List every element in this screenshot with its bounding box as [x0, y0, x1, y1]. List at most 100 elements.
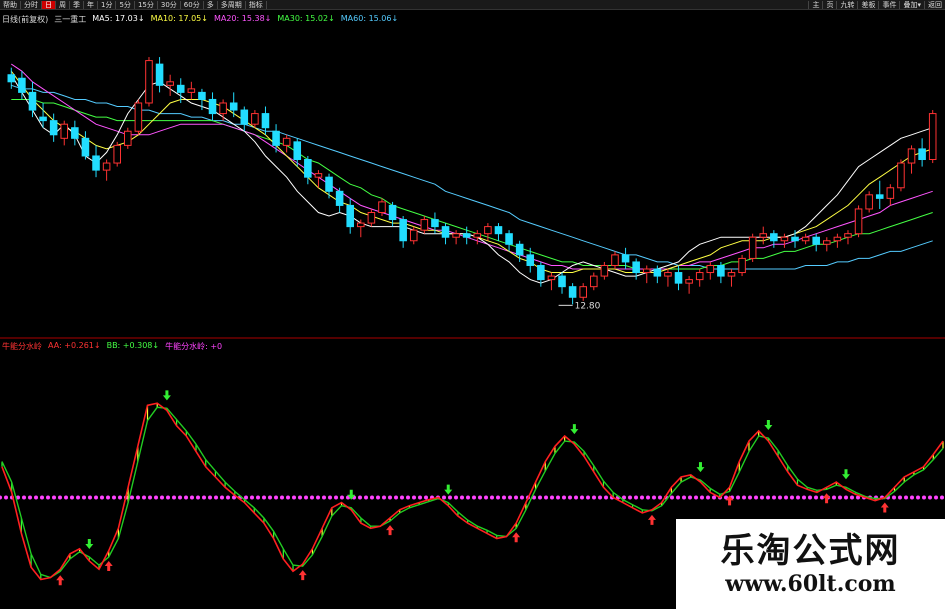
candle: [39, 116, 47, 122]
zero-line-dot: [4, 495, 8, 500]
zero-line-dot: [742, 495, 746, 500]
zero-line-dot: [376, 495, 380, 500]
candle: [537, 264, 545, 281]
zero-line-dot: [928, 495, 932, 500]
buy-arrow: [56, 575, 65, 586]
zero-line-dot: [748, 495, 752, 500]
candle: [462, 233, 471, 238]
zero-line-dot: [298, 495, 302, 500]
candle: [134, 102, 143, 132]
legend_top-item-0: 日线(前复权): [2, 15, 49, 24]
zero-line-dot: [646, 495, 650, 500]
zero-line-dot: [688, 495, 692, 500]
zero-line-dot: [844, 495, 848, 500]
sell-arrow: [570, 424, 579, 435]
candle: [801, 236, 810, 242]
indicator-legend: 牛能分水岭 AA: +0.261↓ BB: +0.308↓ 牛能分水岭: +0: [2, 341, 222, 352]
zero-line-dot: [682, 495, 686, 500]
candle: [505, 233, 513, 245]
zero-line-dot: [160, 495, 164, 500]
zero-line-dot: [118, 495, 122, 500]
zero-line-dot: [484, 495, 488, 500]
zero-line-dot: [154, 495, 158, 500]
sell-arrow: [162, 390, 171, 401]
zero-line-dot: [130, 495, 134, 500]
candle: [526, 254, 535, 266]
candle: [187, 88, 196, 93]
candle: [748, 236, 757, 259]
candle: [325, 176, 333, 192]
legend_top-item-4: MA20: 15.38↓: [213, 14, 272, 23]
candle: [886, 187, 895, 199]
candle: [441, 226, 450, 238]
zero-line-dot: [34, 495, 38, 500]
zero-line-dot: [472, 495, 476, 500]
zero-line-dot: [520, 495, 524, 500]
zero-line-dot: [214, 495, 218, 500]
zero-line-dot: [400, 495, 404, 500]
zero-line-dot: [82, 495, 86, 500]
zero-line-dot: [574, 495, 578, 500]
legend_bottom-item-3: 牛能分水岭: +0: [165, 342, 223, 351]
candle: [431, 219, 439, 228]
zero-line-dot: [40, 495, 44, 500]
zero-line-dot: [406, 495, 410, 500]
ma-legend: 日线(前复权) 三一重工 MA5: 17.03↓ MA10: 17.05↓ MA20: …: [2, 14, 398, 25]
zero-line-dot: [322, 495, 326, 500]
zero-line-dot: [334, 495, 338, 500]
zero-line-dot: [208, 495, 212, 500]
zero-line-dot: [556, 495, 560, 500]
zero-line-dot: [796, 495, 800, 500]
watermark-box: 乐淘公式网 www.60lt.com: [676, 519, 945, 609]
candle: [314, 173, 323, 178]
zero-line-dot: [784, 495, 788, 500]
chart-canvas[interactable]: 12.80: [0, 0, 945, 609]
candle: [92, 155, 100, 171]
candle: [515, 243, 524, 256]
zero-line-dot: [268, 495, 272, 500]
zero-line-dot: [394, 495, 398, 500]
zero-line-dot: [598, 495, 602, 500]
candle: [367, 211, 376, 224]
ma30-line: [11, 99, 933, 270]
zero-line-dot: [466, 495, 470, 500]
zero-line-dot: [754, 495, 758, 500]
candle: [240, 109, 249, 125]
zero-line-dot: [778, 495, 782, 500]
watermark-title: 乐淘公式网: [720, 531, 901, 571]
zero-line-dot: [538, 495, 542, 500]
candle: [420, 219, 429, 231]
zero-line-dot: [196, 495, 200, 500]
zero-line-dot: [580, 495, 584, 500]
zero-line-dot: [274, 495, 278, 500]
candle: [28, 91, 37, 111]
zero-line-dot: [442, 495, 446, 500]
candle: [60, 123, 69, 139]
candle: [81, 137, 90, 157]
zero-line-dot: [550, 495, 554, 500]
zero-line-dot: [934, 495, 938, 500]
candle: [695, 272, 704, 281]
zero-line-dot: [52, 495, 56, 500]
zero-line-dot: [148, 495, 152, 500]
zero-line-dot: [388, 495, 392, 500]
zero-line-dot: [256, 495, 260, 500]
buy-arrow: [880, 502, 889, 513]
zero-line-dot: [106, 495, 110, 500]
zero-line-dot: [22, 495, 26, 500]
zero-line-dot: [100, 495, 104, 500]
candle: [738, 257, 746, 274]
zero-line-dot: [634, 495, 638, 500]
candle: [875, 194, 884, 199]
candle: [611, 254, 619, 266]
zero-line-dot: [736, 495, 740, 500]
zero-line-dot: [790, 495, 794, 500]
zero-line-dot: [658, 495, 662, 500]
zero-line-dot: [712, 495, 716, 500]
zero-line-dot: [112, 495, 116, 500]
candle: [18, 77, 26, 93]
zero-line-dot: [910, 495, 914, 500]
zero-line-dot: [652, 495, 656, 500]
legend_top-item-3: MA10: 17.05↓: [150, 14, 208, 23]
candle: [49, 120, 58, 136]
